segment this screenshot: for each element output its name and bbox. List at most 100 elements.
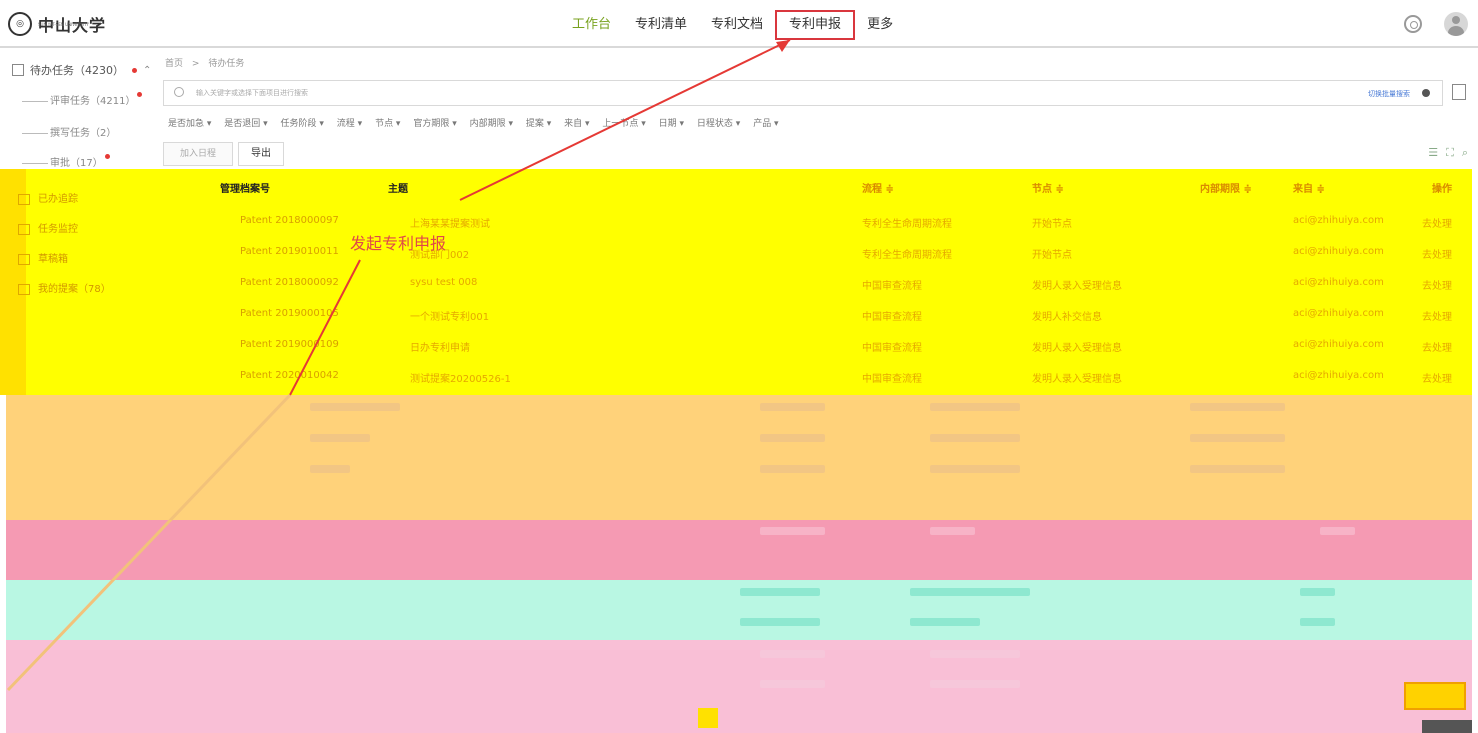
collapse-chevron-icon[interactable]: ⌃ <box>143 65 151 76</box>
breadcrumb-home[interactable]: 首页 <box>165 59 183 69</box>
cell-id[interactable]: Patent 2018000092 <box>240 277 339 288</box>
clear-search-icon[interactable] <box>1422 89 1430 97</box>
obscured-cell <box>1190 403 1285 411</box>
cell-id[interactable]: Patent 2019010011 <box>240 246 339 257</box>
settings-gear-icon[interactable] <box>1404 15 1422 33</box>
col-mgmt-no[interactable]: 管理档案号 <box>220 180 270 195</box>
filter-proposal[interactable]: 提案 ▾ <box>526 119 551 129</box>
filter-lines-icon[interactable]: ☰ <box>1428 146 1438 160</box>
todo-list-icon <box>12 64 24 76</box>
filter-flow[interactable]: 流程 ▾ <box>337 119 362 129</box>
filter-node[interactable]: 节点 ▾ <box>375 119 400 129</box>
cell-action[interactable]: 去处理 <box>1422 339 1452 354</box>
col-deadline[interactable]: 内部期限 ≑ <box>1200 180 1252 195</box>
overlay-square <box>698 708 718 728</box>
filter-internal-deadline[interactable]: 内部期限 ▾ <box>470 119 513 129</box>
filter-schedule-status[interactable]: 日程状态 ▾ <box>697 119 740 129</box>
university-seal-icon: ◎ <box>8 12 32 36</box>
obscured-cell <box>760 650 825 658</box>
nav-patent-list[interactable]: 专利清单 <box>623 10 699 40</box>
breadcrumb-separator: > <box>191 59 200 69</box>
cell-action[interactable]: 去处理 <box>1422 246 1452 261</box>
sidebar-item-monitor[interactable]: 任务监控 <box>18 220 78 235</box>
sidebar-item-drafts[interactable]: 草稿箱 <box>18 250 68 265</box>
sidebar-item-writing[interactable]: 撰写任务（2） <box>22 124 116 139</box>
cell-from: aci@zhihuiya.com <box>1293 339 1384 350</box>
cell-action[interactable]: 去处理 <box>1422 308 1452 323</box>
export-button[interactable]: 导出 <box>238 142 284 166</box>
filter-returned[interactable]: 是否退回 ▾ <box>224 119 267 129</box>
cell-id[interactable]: Patent 2018000097 <box>240 215 339 226</box>
obscured-cell <box>1300 618 1335 626</box>
cell-action[interactable]: 去处理 <box>1422 370 1452 385</box>
nav-workbench[interactable]: 工作台 <box>560 10 623 40</box>
col-node[interactable]: 节点 ≑ <box>1032 180 1064 195</box>
obscured-cell <box>740 618 820 626</box>
floating-action-button[interactable] <box>1404 682 1466 710</box>
cell-id[interactable]: Patent 2020010042 <box>240 370 339 381</box>
brand-subtitle: SUN YAT-SEN UNIVERSITY <box>38 22 89 27</box>
col-flow[interactable]: 流程 ≑ <box>862 180 894 195</box>
sidebar-item-review[interactable]: 评审任务（4211） <box>22 92 143 107</box>
batch-search-toggle[interactable]: 切换批量搜索 <box>1368 89 1410 99</box>
filter-bar: 是否加急 ▾ 是否退回 ▾ 任务阶段 ▾ 流程 ▾ 节点 ▾ 官方期限 ▾ 内部… <box>168 116 789 129</box>
col-operation: 操作 <box>1432 184 1452 195</box>
cell-node: 发明人录入受理信息 <box>1032 374 1122 385</box>
add-schedule-button[interactable]: 加入日程 <box>163 142 233 166</box>
obscured-cell <box>1320 527 1355 535</box>
user-avatar-icon[interactable] <box>1444 12 1468 36</box>
obscured-cell <box>1190 434 1285 442</box>
filter-date[interactable]: 日期 ▾ <box>659 119 684 129</box>
cell-flow: 专利全生命周期流程 <box>862 219 952 230</box>
filter-from[interactable]: 来自 ▾ <box>564 119 589 129</box>
cell-node: 开始节点 <box>1032 219 1072 230</box>
obscured-cell <box>930 650 1020 658</box>
sidebar-item-done[interactable]: 已办追踪 <box>18 190 78 205</box>
cell-flow: 中国审查流程 <box>862 281 922 292</box>
obscured-cell <box>930 680 1020 688</box>
cell-title: 上海某某提案测试 <box>410 219 490 230</box>
cell-from: aci@zhihuiya.com <box>1293 370 1384 381</box>
sidebar-item-approval[interactable]: 审批（17） <box>22 154 110 169</box>
sidebar-item-label: 撰写任务（2） <box>50 128 117 139</box>
cell-action[interactable]: 去处理 <box>1422 215 1452 230</box>
cell-flow: 中国审查流程 <box>862 312 922 323</box>
cell-action[interactable]: 去处理 <box>1422 277 1452 292</box>
cell-from: aci@zhihuiya.com <box>1293 246 1384 257</box>
cell-flow: 中国审查流程 <box>862 374 922 385</box>
sidebar-todo-header[interactable]: 待办任务（4230） ⌃ <box>12 62 151 78</box>
notification-dot <box>132 67 137 73</box>
sidebar-item-label: 我的提案（78） <box>38 284 111 295</box>
cell-title: 日办专利申请 <box>410 343 470 354</box>
nav-patent-docs[interactable]: 专利文档 <box>699 10 775 40</box>
obscured-cell <box>310 434 370 442</box>
filter-prev-node[interactable]: 上一节点 ▾ <box>602 119 645 129</box>
filter-official-deadline[interactable]: 官方期限 ▾ <box>413 119 456 129</box>
zoom-icon[interactable]: ⌕ <box>1462 146 1468 160</box>
col-title[interactable]: 主题 <box>388 180 408 195</box>
nav-patent-apply[interactable]: 专利申报 <box>775 10 856 40</box>
drafts-icon <box>18 253 30 265</box>
obscured-cell <box>740 588 820 596</box>
fullscreen-icon[interactable]: ⛶ <box>1446 146 1454 160</box>
filter-urgent[interactable]: 是否加急 ▾ <box>168 119 211 129</box>
cell-flow: 中国审查流程 <box>862 343 922 354</box>
cell-id[interactable]: Patent 2019000105 <box>240 308 339 319</box>
col-from[interactable]: 来自 ≑ <box>1293 180 1325 195</box>
save-filter-icon[interactable] <box>1452 84 1466 100</box>
top-bar: ◎ 中山大学 SUN YAT-SEN UNIVERSITY 工作台 专利清单 专… <box>0 0 1478 48</box>
obscured-cell <box>760 527 825 535</box>
obscured-cell <box>1190 465 1285 473</box>
cell-id[interactable]: Patent 2019000109 <box>240 339 339 350</box>
filter-product[interactable]: 产品 ▾ <box>753 119 778 129</box>
filter-stage[interactable]: 任务阶段 ▾ <box>281 119 324 129</box>
obscured-cell <box>760 434 825 442</box>
cell-from: aci@zhihuiya.com <box>1293 277 1384 288</box>
obscured-cell <box>760 465 825 473</box>
cell-title: 测试提案20200526-1 <box>410 374 511 385</box>
obscured-cell <box>760 403 825 411</box>
obscured-cell <box>760 680 825 688</box>
search-input[interactable]: 输入关键字或选择下面项目进行搜索 切换批量搜索 <box>163 80 1443 106</box>
sidebar-item-proposals[interactable]: 我的提案（78） <box>18 280 111 295</box>
nav-more[interactable]: 更多 <box>855 10 905 40</box>
